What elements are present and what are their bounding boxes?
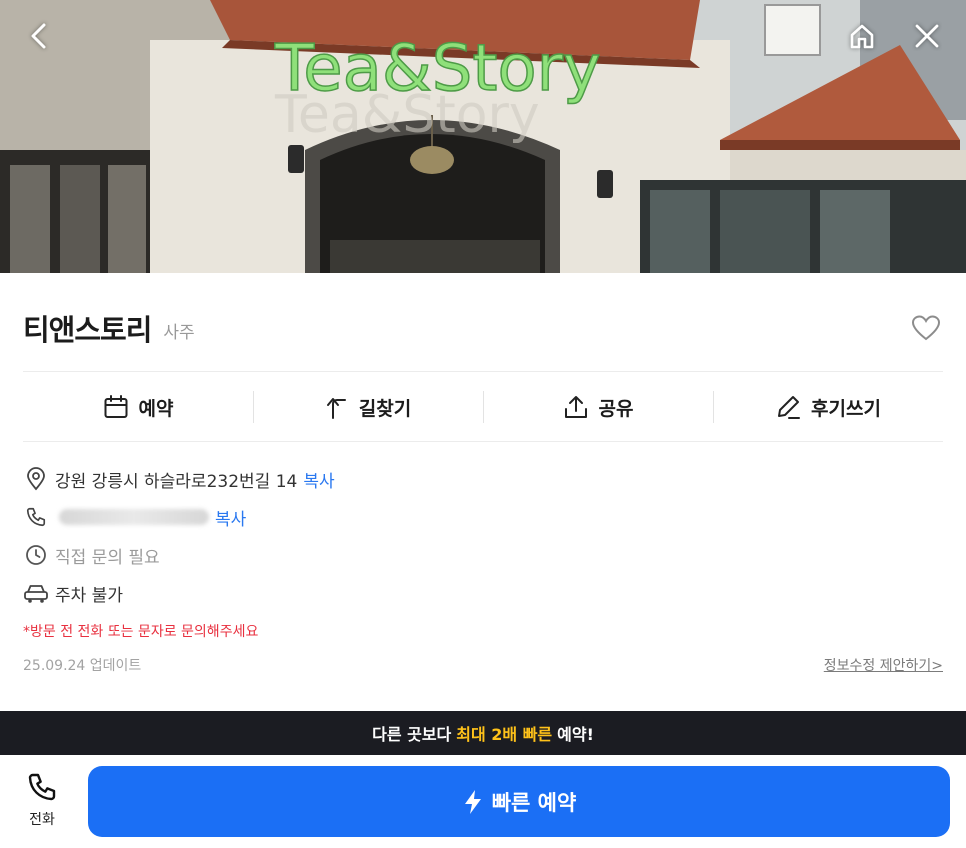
hero-photo: Tea&Story Tea&Story <box>0 0 966 273</box>
reserve-button[interactable]: 예약 <box>23 373 253 441</box>
quick-reserve-label: 빠른 예약 <box>491 790 577 815</box>
call-button[interactable]: 전화 <box>16 771 68 837</box>
visit-notice: *방문 전 전화 또는 문자로 문의해주세요 <box>23 624 259 640</box>
suggest-edit-link[interactable]: 정보수정 제안하기> <box>824 655 943 675</box>
banner-prefix: 다른 곳보다 <box>372 725 452 744</box>
location-pin-icon <box>23 466 49 492</box>
back-button[interactable] <box>17 14 61 58</box>
directions-label: 길찾기 <box>358 397 412 420</box>
shop-category: 사주 <box>163 322 195 343</box>
copy-address-button[interactable]: 복사 <box>303 467 334 492</box>
share-icon <box>564 396 587 418</box>
parking-text: 주차 불가 <box>55 585 123 606</box>
clock-icon <box>23 542 49 568</box>
divider <box>23 371 943 372</box>
address-text: 강원 강릉시 하슬라로232번길 14 <box>55 471 298 492</box>
phone-icon <box>23 504 49 530</box>
lightning-icon <box>464 789 481 814</box>
banner-suffix: 예약! <box>557 725 594 744</box>
write-review-button[interactable]: 후기쓰기 <box>713 373 943 441</box>
heart-outline-icon <box>911 315 941 341</box>
parking-row: 주차 불가 <box>23 574 943 612</box>
address-row: 강원 강릉시 하슬라로232번길 14 복사 <box>23 460 943 498</box>
share-button[interactable]: 공유 <box>483 373 713 441</box>
banner-highlight: 최대 2배 빠른 <box>456 725 553 744</box>
pencil-icon <box>778 396 801 419</box>
shop-title-row: 티앤스토리 사주 <box>23 305 943 351</box>
chevron-left-icon <box>31 23 46 49</box>
action-bar: 예약 길찾기 공유 후기쓰기 <box>23 373 943 441</box>
sign-shadow-text: Tea&Story <box>274 85 540 145</box>
phone-icon <box>28 773 56 801</box>
share-label: 공유 <box>598 397 634 420</box>
close-button[interactable] <box>905 14 949 58</box>
favorite-button[interactable] <box>909 311 943 345</box>
quick-reserve-button[interactable]: 빠른 예약 <box>88 766 950 837</box>
update-date: 25.09.24 업데이트 <box>23 658 142 674</box>
home-icon <box>850 24 874 49</box>
reserve-label: 예약 <box>138 397 174 420</box>
car-icon <box>23 580 49 606</box>
copy-phone-button[interactable]: 복사 <box>215 505 246 530</box>
update-row: 25.09.24 업데이트 정보수정 제안하기> <box>23 655 943 675</box>
close-icon <box>915 24 939 48</box>
divider <box>23 441 943 442</box>
home-button[interactable] <box>840 14 884 58</box>
calendar-icon <box>104 395 128 418</box>
hours-text: 직접 문의 필요 <box>55 547 160 568</box>
phone-row: 복사 <box>23 498 943 536</box>
bottom-bar: 전화 빠른 예약 <box>0 755 966 848</box>
shop-info: 강원 강릉시 하슬라로232번길 14 복사 복사 직접 문의 필요 주차 불가 <box>23 460 943 612</box>
hours-row: 직접 문의 필요 <box>23 536 943 574</box>
phone-number-blurred <box>59 509 209 525</box>
call-label: 전화 <box>29 812 55 828</box>
write-review-label: 후기쓰기 <box>811 397 881 420</box>
shop-name: 티앤스토리 <box>23 313 152 347</box>
promo-banner: 다른 곳보다 최대 2배 빠른 예약! <box>0 711 966 755</box>
turn-arrow-icon <box>326 398 346 419</box>
directions-button[interactable]: 길찾기 <box>253 373 483 441</box>
storefront-illustration: Tea&Story Tea&Story <box>0 0 966 273</box>
